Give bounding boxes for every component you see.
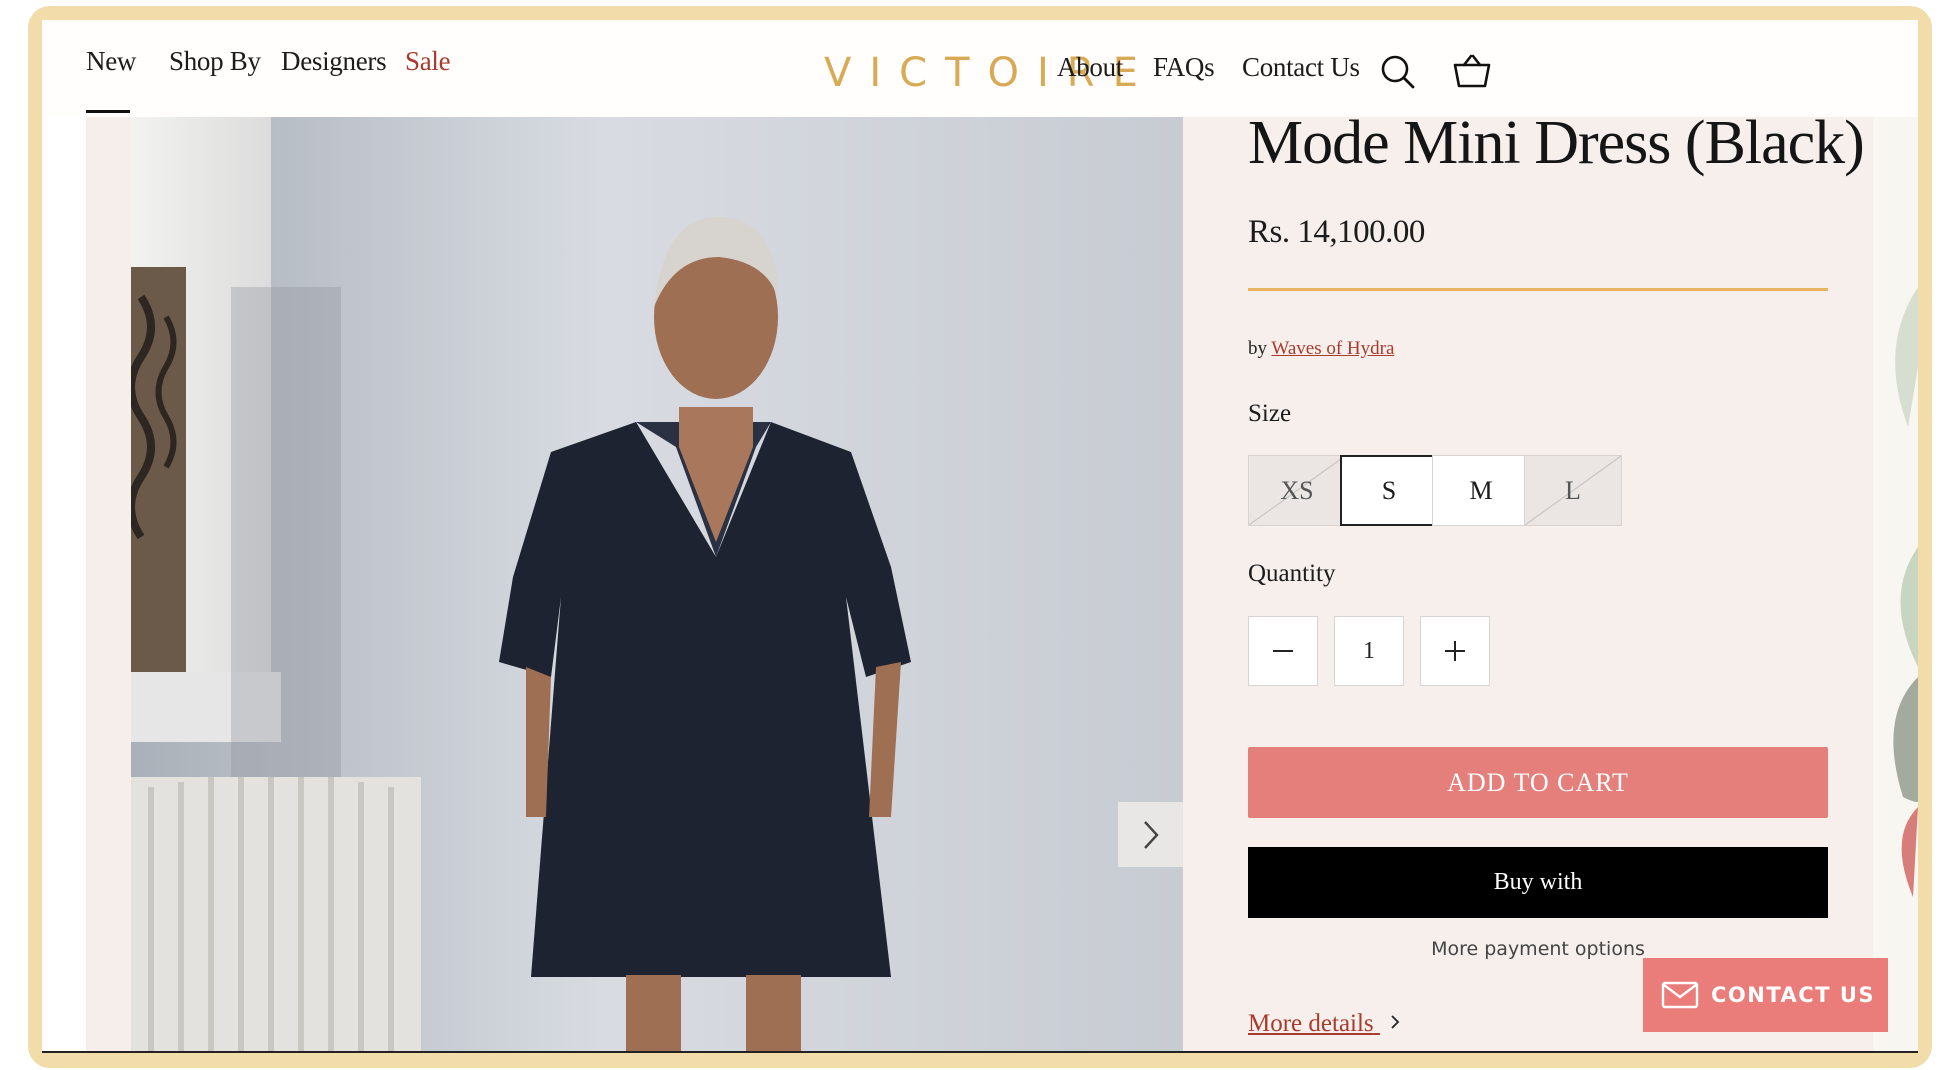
size-option-label: XS xyxy=(1280,475,1314,505)
nav-contact-us[interactable]: Contact Us xyxy=(1242,52,1360,83)
size-option-l[interactable]: L xyxy=(1524,455,1622,526)
size-option-s[interactable]: S xyxy=(1340,455,1438,526)
nav-about[interactable]: About xyxy=(1057,52,1123,83)
more-payment-options-link[interactable]: More payment options xyxy=(1248,938,1828,960)
chevron-right-icon xyxy=(1143,820,1159,849)
active-nav-underline xyxy=(86,110,130,113)
contact-us-widget[interactable]: CONTACT US xyxy=(1643,958,1888,1032)
divider xyxy=(1248,288,1828,291)
plus-icon xyxy=(1445,641,1465,661)
quantity-label: Quantity xyxy=(1248,560,1336,587)
quantity-input[interactable]: 1 xyxy=(1334,616,1404,686)
size-option-label: S xyxy=(1381,475,1397,505)
more-details-link[interactable]: More details xyxy=(1248,1010,1402,1038)
next-image-button[interactable] xyxy=(1118,802,1183,867)
product-title: Mode Mini Dress (Black) xyxy=(1248,109,1865,177)
designer-link[interactable]: Waves of Hydra xyxy=(1271,338,1394,359)
buy-with-button[interactable]: Buy with xyxy=(1248,847,1828,918)
minus-icon xyxy=(1273,650,1293,652)
size-option-xs[interactable]: XS xyxy=(1248,455,1346,526)
nav-new[interactable]: New xyxy=(86,46,136,77)
bottom-border xyxy=(42,1051,1918,1053)
cart-icon[interactable] xyxy=(1452,52,1492,92)
nav-shop-by[interactable]: Shop By xyxy=(169,46,261,77)
size-label: Size xyxy=(1248,400,1292,427)
nav-designers[interactable]: Designers xyxy=(281,46,387,77)
page: New Shop By Designers Sale VICTOIRE Abou… xyxy=(42,20,1918,1052)
product-price: Rs. 14,100.00 xyxy=(1248,214,1425,250)
quantity-increase-button[interactable] xyxy=(1420,616,1490,686)
nav-sale[interactable]: Sale xyxy=(405,46,451,77)
size-option-m[interactable]: M xyxy=(1432,455,1530,526)
product-image[interactable] xyxy=(131,117,1183,1052)
decorative-side-strip xyxy=(1873,117,1918,1052)
add-to-cart-button[interactable]: ADD TO CART xyxy=(1248,747,1828,818)
mail-icon xyxy=(1661,981,1699,1009)
size-option-label: L xyxy=(1565,475,1581,505)
left-gutter xyxy=(86,117,131,1052)
chevron-right-icon xyxy=(1391,1015,1400,1029)
size-option-label: M xyxy=(1469,475,1493,505)
contact-us-label: CONTACT US xyxy=(1711,983,1876,1007)
site-header: New Shop By Designers Sale VICTOIRE Abou… xyxy=(42,20,1918,117)
designer-line: by Waves of Hydra xyxy=(1248,338,1394,360)
by-prefix: by xyxy=(1248,338,1267,359)
more-details-label: More details xyxy=(1248,1010,1374,1037)
search-icon[interactable] xyxy=(1378,52,1418,92)
nav-faqs[interactable]: FAQs xyxy=(1153,52,1215,83)
quantity-decrease-button[interactable] xyxy=(1248,616,1318,686)
